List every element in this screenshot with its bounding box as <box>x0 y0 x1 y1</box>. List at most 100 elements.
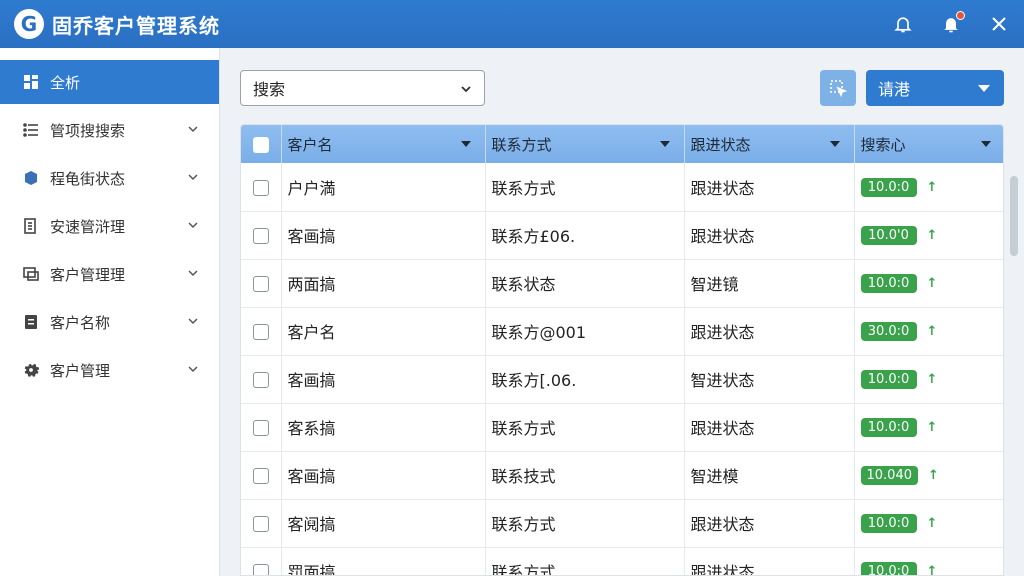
row-checkbox-cell <box>241 307 282 356</box>
table-row[interactable]: 罚面搞 联系方式 跟进状态 10.0:0 ↑ <box>241 547 1003 575</box>
score-badge: 10.0:0 <box>860 514 917 533</box>
table-row[interactable]: 客画搞 联系技式 智进模 10.040 ↑ <box>241 451 1003 500</box>
close-icon[interactable] <box>988 13 1010 35</box>
notification-bell-icon[interactable] <box>940 11 965 35</box>
sidebar-item-label: 全析 <box>50 73 81 92</box>
filter-icon-button[interactable] <box>820 70 856 106</box>
caret-down-icon <box>659 141 670 147</box>
box-icon <box>22 169 40 187</box>
notification-badge <box>956 11 965 20</box>
customer-name-cell: 两面搞 <box>281 259 486 308</box>
arrow-up-icon: ↑ <box>926 516 938 531</box>
table-row[interactable]: 两面搞 联系状态 智进镜 10.0:0 ↑ <box>241 259 1003 308</box>
row-checkbox[interactable] <box>252 468 269 484</box>
score-cell: 10.0:0 ↑ <box>854 355 1003 404</box>
follow-status-cell: 跟进状态 <box>684 211 855 260</box>
filter-select[interactable]: 请港 <box>866 70 1004 106</box>
sidebar-item-label: 客户名称 <box>50 313 111 332</box>
score-cell: 10.040 ↑ <box>854 451 1003 500</box>
sidebar-item-transactions[interactable]: 安速管浒理 <box>0 204 219 248</box>
select-all-checkbox[interactable] <box>252 136 269 153</box>
table-header-row: 客户名 联系方式 跟进状态 搜索心 <box>241 125 1003 163</box>
table-row[interactable]: 客系搞 联系方式 跟进状态 10.0:0 ↑ <box>241 403 1003 452</box>
follow-status-cell: 跟进状态 <box>684 547 855 575</box>
sidebar-item-label: 安速管浒理 <box>50 217 126 236</box>
score-cell: 10.0:0 ↑ <box>854 547 1003 575</box>
row-checkbox-cell <box>241 499 282 548</box>
contact-cell: 联系方式 <box>485 403 685 452</box>
score-cell: 10.0:0 ↑ <box>854 403 1003 452</box>
contact-cell: 联系方式 <box>485 163 685 212</box>
column-header-label: 客户名 <box>287 135 333 154</box>
chevron-down-icon <box>188 318 198 325</box>
table-row[interactable]: 客画搞 联系方[.06. 智进状态 10.0:0 ↑ <box>241 355 1003 404</box>
column-header-label: 搜索心 <box>860 135 906 154</box>
sidebar-item-settings[interactable]: 客户管理 <box>0 348 219 392</box>
customer-name-cell: 客画搞 <box>281 211 486 260</box>
score-cell: 10.0:0 ↑ <box>854 499 1003 548</box>
sidebar-item-status[interactable]: 程龟街状态 <box>0 156 219 200</box>
file-icon <box>22 313 40 331</box>
score-badge: 10.0:0 <box>860 274 917 293</box>
row-checkbox[interactable] <box>252 516 269 532</box>
row-checkbox[interactable] <box>252 228 269 244</box>
row-checkbox[interactable] <box>252 179 269 196</box>
caret-down-icon <box>829 141 840 147</box>
dashboard-icon <box>22 73 40 91</box>
arrow-up-icon: ↑ <box>928 468 939 483</box>
row-checkbox[interactable] <box>252 564 269 575</box>
caret-down-icon <box>460 141 471 147</box>
table-row[interactable]: 户户満 联系方式 跟进状态 10.0:0 ↑ <box>241 163 1003 212</box>
contact-cell: 联系方@001 <box>485 307 685 356</box>
customer-name-cell: 客画搞 <box>281 451 486 500</box>
sidebar-item-customer-name[interactable]: 客户名称 <box>0 300 219 344</box>
contact-cell: 联系状态 <box>485 259 685 308</box>
follow-status-cell: 跟进状态 <box>684 499 855 548</box>
arrow-up-icon: ↑ <box>926 372 938 387</box>
customer-name-cell: 户户満 <box>281 163 486 212</box>
follow-status-cell: 智进状态 <box>684 355 855 404</box>
chevron-down-icon <box>188 222 198 229</box>
row-checkbox-cell <box>241 211 282 260</box>
row-checkbox-cell <box>241 355 282 404</box>
app-logo: G <box>14 9 44 39</box>
row-checkbox[interactable] <box>252 372 269 388</box>
follow-status-cell: 智进镜 <box>684 259 855 308</box>
sidebar-item-overview[interactable]: 全析 <box>0 60 219 104</box>
row-checkbox[interactable] <box>252 324 269 340</box>
chevron-down-icon <box>188 270 198 277</box>
row-checkbox[interactable] <box>252 276 269 292</box>
score-cell: 10.0:0 ↑ <box>854 163 1003 212</box>
column-header-follow-status[interactable]: 跟进状态 <box>684 125 855 163</box>
caret-down-icon <box>980 141 991 147</box>
table-scrollbar[interactable] <box>1010 176 1018 256</box>
table-row[interactable]: 客阋搞 联系方式 跟进状态 10.0:0 ↑ <box>241 499 1003 548</box>
select-all-cell <box>241 125 282 163</box>
sidebar-item-label: 程龟街状态 <box>50 169 126 188</box>
score-cell: 10.0:0 ↑ <box>854 259 1003 308</box>
column-header-contact[interactable]: 联系方式 <box>485 125 685 163</box>
chevron-down-icon <box>188 174 198 181</box>
sidebar-item-search[interactable]: 管项搜搜索 <box>0 108 219 152</box>
gear-icon <box>22 361 40 379</box>
column-header-customer-name[interactable]: 客户名 <box>281 125 486 163</box>
score-badge: 10.040 <box>860 466 918 485</box>
caret-down-icon <box>978 85 990 92</box>
bell-icon[interactable] <box>892 13 914 35</box>
column-header-score[interactable]: 搜索心 <box>854 125 1003 163</box>
table-row[interactable]: 客画搞 联系方£06. 跟进状态 10.0'0 ↑ <box>241 211 1003 260</box>
row-checkbox-cell <box>241 259 282 308</box>
arrow-up-icon: ↑ <box>926 228 938 243</box>
contact-cell: 联系方[.06. <box>485 355 685 404</box>
sidebar-item-customer-management[interactable]: 客户管理理 <box>0 252 219 296</box>
filter-select-value: 请港 <box>878 80 911 99</box>
customer-name-cell: 客阋搞 <box>281 499 486 548</box>
customer-name-cell: 罚面搞 <box>281 547 486 575</box>
table-row[interactable]: 客户名 联系方@001 跟进状态 30.0:0 ↑ <box>241 307 1003 356</box>
contact-cell: 联系方式 <box>485 499 685 548</box>
row-checkbox[interactable] <box>252 420 269 436</box>
customer-name-cell: 客画搞 <box>281 355 486 404</box>
search-select[interactable]: 搜索 <box>240 70 485 106</box>
customer-name-cell: 客系搞 <box>281 403 486 452</box>
row-checkbox-cell <box>241 451 282 500</box>
